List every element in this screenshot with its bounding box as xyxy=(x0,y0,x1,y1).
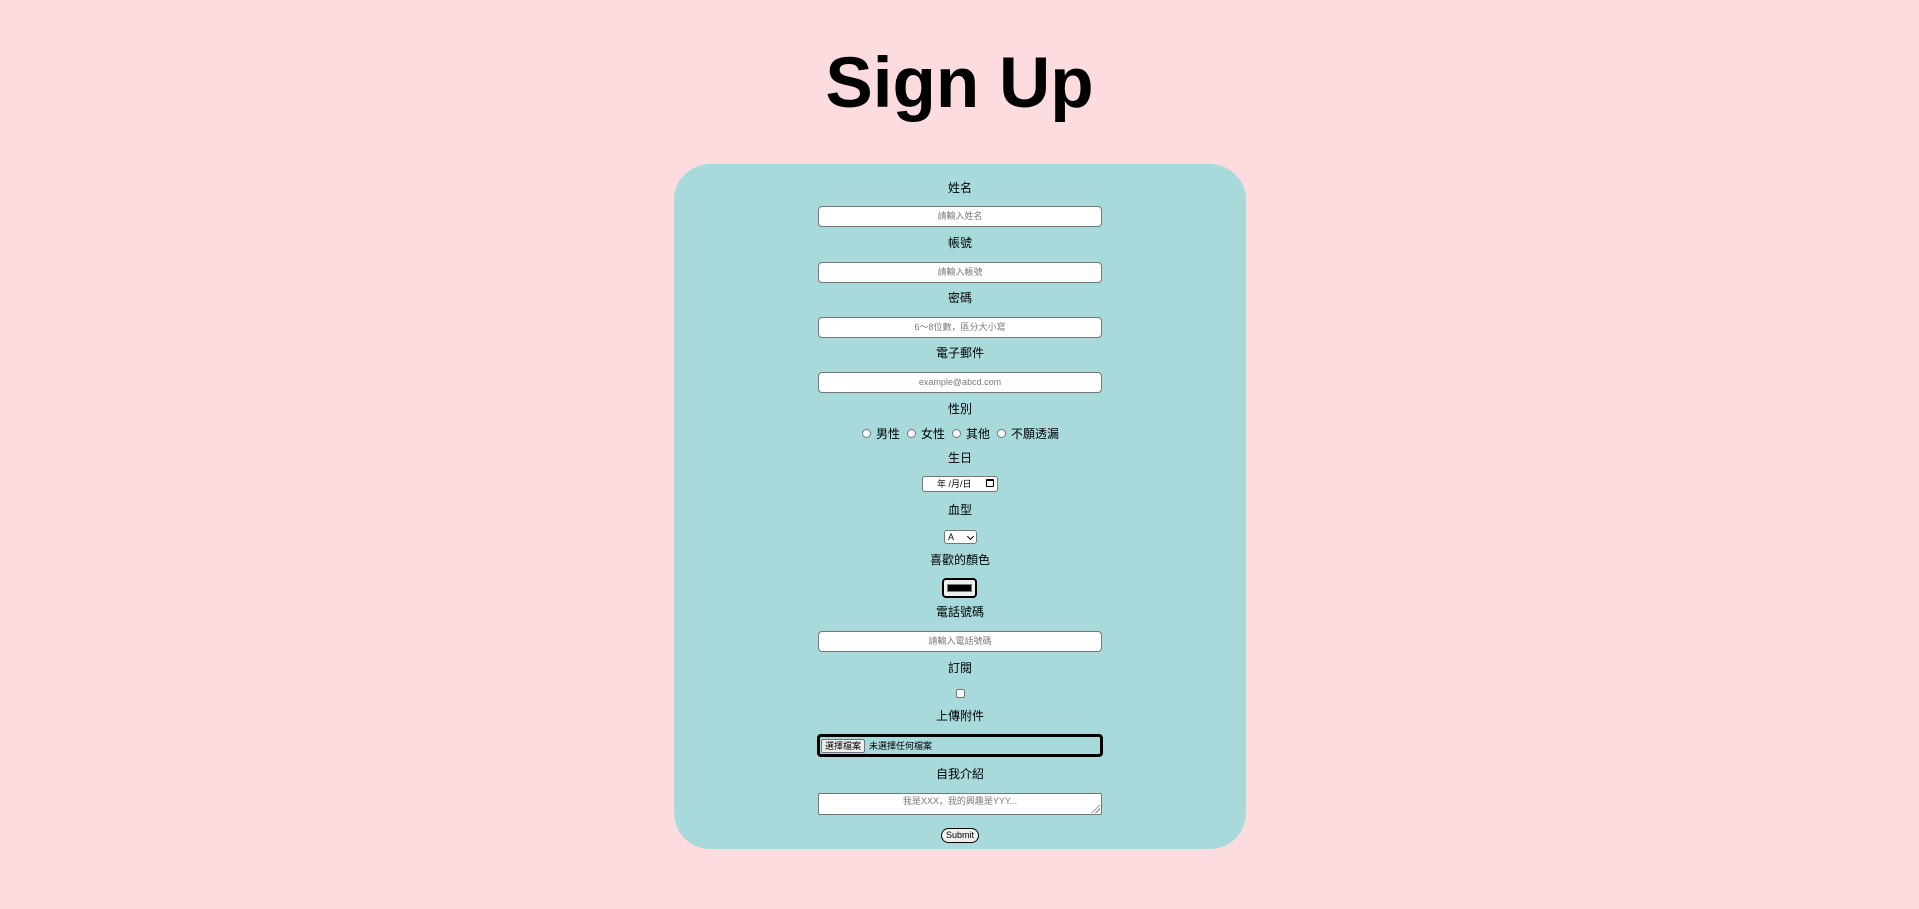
email-label: 電子郵件 xyxy=(935,346,984,360)
gender-option-label: 女性 xyxy=(920,426,945,441)
gender-radio-female[interactable] xyxy=(906,428,916,438)
account-label: 帳號 xyxy=(947,236,972,250)
subscribe-checkbox[interactable] xyxy=(956,689,965,698)
gender-option-label: 不願透漏 xyxy=(1011,426,1060,441)
name-input[interactable]: 請輸入姓名 xyxy=(818,206,1102,227)
attachment-file-input: 選擇檔案 未選擇任何檔案 xyxy=(817,734,1103,757)
page-title: Sign Up xyxy=(825,44,1094,123)
attachment-label: 上傳附件 xyxy=(935,709,984,723)
color-swatch xyxy=(947,584,972,592)
signup-form: 姓名 請輸入姓名 帳號 請輸入帳號 密碼 6～8位數，區分大小寫 電子郵件 ex… xyxy=(674,164,1246,849)
intro-placeholder: 我是XXX，我的興趣是YYY... xyxy=(902,796,1018,806)
password-input[interactable]: 6～8位數，區分大小寫 xyxy=(818,317,1102,338)
intro-label: 自我介紹 xyxy=(935,767,984,781)
phone-label: 電話號碼 xyxy=(935,605,984,619)
chevron-down-icon xyxy=(966,532,975,541)
email-input[interactable]: example@abcd.com xyxy=(818,372,1102,393)
account-input[interactable]: 請輸入帳號 xyxy=(818,262,1102,283)
birthday-date-value: 年 /月/日 xyxy=(937,479,972,489)
intro-textarea[interactable]: 我是XXX，我的興趣是YYY... xyxy=(818,793,1102,815)
blood-type-selected-value: A xyxy=(948,532,955,542)
gender-label: 性別 xyxy=(947,402,972,416)
choose-file-button[interactable]: 選擇檔案 xyxy=(821,738,866,753)
file-status-text: 未選擇任何檔案 xyxy=(869,741,933,751)
gender-radio-undisclosed[interactable] xyxy=(997,428,1007,438)
gender-radio-group: 男性 女性 其他 不願透漏 xyxy=(674,425,1246,441)
birthday-date-input[interactable]: 年 /月/日 xyxy=(922,476,998,492)
gender-radio-other[interactable] xyxy=(952,428,961,438)
gender-option-label: 其他 xyxy=(966,426,991,441)
favorite-color-picker[interactable] xyxy=(942,578,977,598)
gender-radio-male[interactable] xyxy=(861,428,871,438)
calendar-icon[interactable] xyxy=(986,479,994,487)
favorite-color-label: 喜歡的顏色 xyxy=(929,553,990,567)
blood-type-select[interactable]: A xyxy=(944,530,977,544)
subscribe-label: 訂閱 xyxy=(947,661,972,675)
password-label: 密碼 xyxy=(947,291,972,305)
gender-option-label: 男性 xyxy=(875,426,900,441)
name-label: 姓名 xyxy=(947,181,972,195)
birthday-label: 生日 xyxy=(947,451,972,465)
blood-type-label: 血型 xyxy=(947,503,972,517)
phone-input[interactable]: 請輸入電話號碼 xyxy=(818,631,1102,652)
resize-grip-icon[interactable] xyxy=(1092,805,1100,813)
submit-button[interactable]: Submit xyxy=(941,828,979,843)
